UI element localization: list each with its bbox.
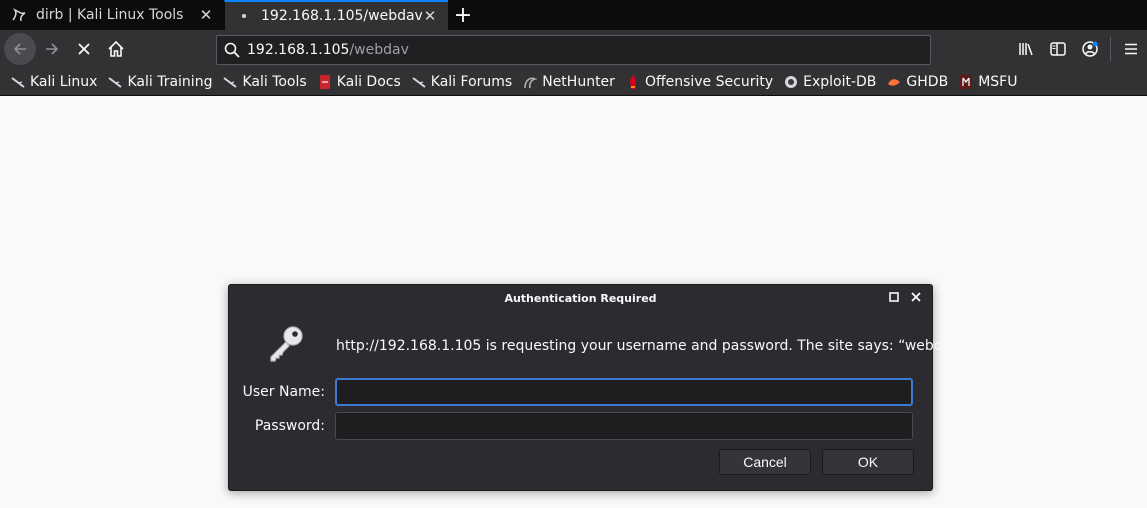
bookmark-ghdb[interactable]: GHDB <box>886 70 953 94</box>
dialog-message: http://192.168.1.105 is requesting your … <box>336 338 967 354</box>
forward-button[interactable] <box>36 33 68 65</box>
back-arrow-icon <box>13 43 26 55</box>
bookmark-label: Kali Tools <box>242 73 307 90</box>
bookmark-label: GHDB <box>906 73 949 90</box>
dialog-title: Authentication Required <box>504 291 657 305</box>
tab-webdav[interactable]: 192.168.1.105/webdav ✕ <box>224 0 448 30</box>
bookmark-kali-linux[interactable]: Kali Linux <box>10 70 102 94</box>
new-tab-button[interactable]: + <box>448 0 478 30</box>
bookmark-label: NetHunter <box>542 73 615 90</box>
bookmark-kali-training[interactable]: Kali Training <box>107 70 217 94</box>
kali-dragon-icon <box>10 6 28 24</box>
bookmark-label: MSFU <box>978 73 1018 90</box>
bookmarks-toolbar: Kali Linux Kali Training Kali Tools Kali… <box>0 68 1147 96</box>
navigation-toolbar: 192.168.1.105/webdav <box>0 30 1147 68</box>
kali-docs-icon <box>317 74 333 90</box>
home-button[interactable] <box>100 33 132 65</box>
tab-label: dirb | Kali Linux Tools <box>36 7 184 23</box>
bookmark-label: Kali Training <box>127 73 213 90</box>
kali-dragon-icon <box>411 74 427 90</box>
bookmark-kali-docs[interactable]: Kali Docs <box>317 70 406 94</box>
url-path: /webdav <box>349 42 409 58</box>
kali-dragon-icon <box>107 74 123 90</box>
maximize-icon <box>889 292 899 302</box>
authentication-dialog: Authentication Required http://192.168.1… <box>228 284 967 491</box>
tab-strip: dirb | Kali Linux Tools ✕ 192.168.1.105/… <box>0 0 1147 30</box>
cancel-button[interactable]: Cancel <box>719 449 811 475</box>
library-icon <box>1019 43 1033 56</box>
bookmark-kali-forums[interactable]: Kali Forums <box>411 70 517 94</box>
bookmark-msfu[interactable]: MSFU <box>958 70 1022 94</box>
toolbar-right <box>1010 30 1147 68</box>
close-icon <box>911 292 921 302</box>
home-icon <box>108 40 124 57</box>
password-field[interactable] <box>335 412 913 440</box>
exploit-db-icon <box>783 74 799 90</box>
loading-icon <box>235 7 253 25</box>
msfu-icon <box>958 74 974 90</box>
menu-button[interactable] <box>1115 33 1147 65</box>
sidebar-icon <box>1050 42 1066 56</box>
address-bar[interactable]: 192.168.1.105/webdav <box>216 35 931 65</box>
bookmark-label: Exploit-DB <box>803 73 877 90</box>
bookmark-label: Kali Docs <box>336 73 401 90</box>
offsec-icon <box>625 74 641 90</box>
username-label: User Name: <box>242 384 325 400</box>
bookmark-offensive-security[interactable]: Offensive Security <box>625 70 778 94</box>
bookmark-label: Kali Forums <box>430 73 513 90</box>
url-host: 192.168.1.105 <box>247 42 350 58</box>
stop-button[interactable] <box>68 33 100 65</box>
kali-dragon-icon <box>10 74 26 90</box>
ghdb-icon <box>886 74 902 90</box>
username-field[interactable] <box>335 378 913 406</box>
bookmark-kali-tools[interactable]: Kali Tools <box>222 70 311 94</box>
forward-arrow-icon <box>46 43 59 55</box>
toolbar-separator <box>1110 37 1111 61</box>
close-button[interactable] <box>910 291 922 303</box>
ok-button[interactable]: OK <box>822 449 914 475</box>
library-button[interactable] <box>1010 33 1042 65</box>
bookmark-exploit-db[interactable]: Exploit-DB <box>783 70 881 94</box>
nethunter-icon <box>522 74 538 90</box>
maximize-button[interactable] <box>888 291 900 303</box>
tab-dirb[interactable]: dirb | Kali Linux Tools ✕ <box>0 0 224 30</box>
key-icon <box>270 326 303 362</box>
bookmark-nethunter[interactable]: NetHunter <box>522 70 620 94</box>
account-button[interactable] <box>1074 33 1106 65</box>
hamburger-menu-icon <box>1125 43 1137 55</box>
account-icon <box>1082 41 1098 57</box>
password-label: Password: <box>254 418 325 434</box>
search-icon <box>224 42 240 58</box>
dialog-titlebar: Authentication Required <box>229 285 932 311</box>
kali-dragon-icon <box>222 74 238 90</box>
bookmark-label: Offensive Security <box>644 73 774 90</box>
close-icon[interactable]: ✕ <box>422 7 438 25</box>
tab-label: 192.168.1.105/webdav <box>261 8 422 24</box>
sidebar-button[interactable] <box>1042 33 1074 65</box>
close-icon[interactable]: ✕ <box>198 6 214 24</box>
bookmark-label: Kali Linux <box>30 73 98 90</box>
stop-icon <box>78 43 90 55</box>
back-button[interactable] <box>4 33 36 65</box>
